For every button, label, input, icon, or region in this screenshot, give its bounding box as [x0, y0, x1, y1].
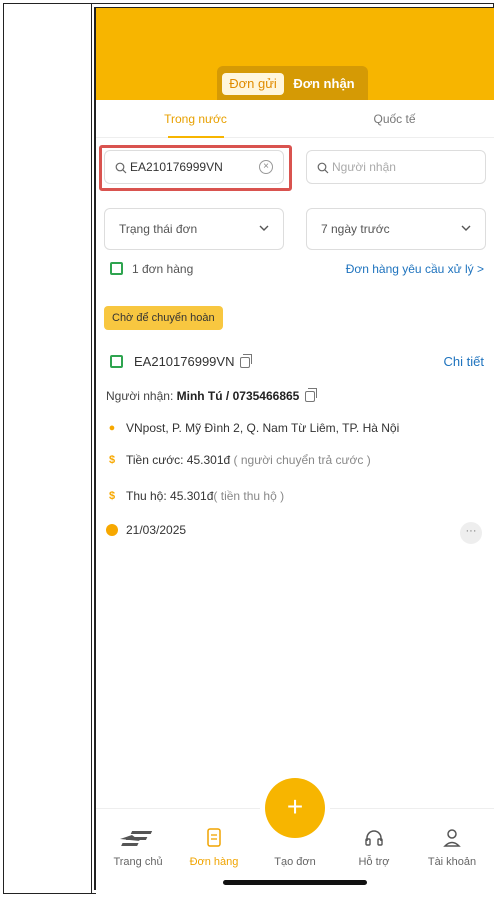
recipient-info: Người nhận: Minh Tú / 0735466865 — [106, 382, 318, 410]
address-text: VNpost, P. Mỹ Đình 2, Q. Nam Từ Liêm, TP… — [126, 421, 400, 435]
more-options-button[interactable]: ··· — [460, 522, 482, 544]
tracking-search-input[interactable]: EA210176999VN × — [104, 150, 284, 184]
period-filter-dropdown[interactable]: 7 ngày trước — [306, 208, 486, 250]
recipient-search-input[interactable]: Người nhận — [306, 150, 486, 184]
freight-text: Tiền cước: 45.301đ ( người chuyển trả cư… — [126, 453, 371, 467]
nav-home[interactable]: Trang chủ — [98, 827, 178, 868]
truck-logo-icon — [120, 831, 153, 846]
home-indicator — [223, 880, 367, 885]
search-icon — [317, 162, 329, 174]
create-order-label: Tạo đơn — [274, 856, 316, 868]
order-date: 21/03/2025 — [126, 523, 187, 537]
status-badge: Chờ để chuyển hoàn — [104, 306, 223, 330]
filter-row: Trạng thái đơn 7 ngày trước — [96, 208, 494, 254]
recipient-line: Người nhận: Minh Tú / 0735466865 — [96, 382, 494, 410]
date-line: 21/03/2025 — [96, 516, 494, 544]
received-orders-tab[interactable]: Đơn nhận — [285, 73, 363, 95]
dollar-icon: $ — [108, 454, 116, 466]
recipient-search-placeholder: Người nhận — [332, 160, 396, 174]
search-row: EA210176999VN × Người nhận — [96, 138, 494, 208]
chevron-down-icon — [259, 225, 269, 231]
tracking-number: EA210176999VN — [134, 348, 253, 376]
chevron-down-icon — [461, 225, 471, 231]
phone-screen: Đơn gửi Đơn nhận Trong nước Quốc tế EA21… — [96, 8, 494, 894]
search-icon — [115, 162, 127, 174]
nav-support[interactable]: Hỗ trợ — [334, 827, 414, 868]
status-filter-label: Trạng thái đơn — [119, 222, 198, 236]
period-filter-label: 7 ngày trước — [321, 222, 390, 236]
create-order-button[interactable]: + — [265, 778, 325, 838]
clear-icon[interactable]: × — [259, 160, 273, 174]
copy-icon[interactable] — [240, 354, 253, 369]
user-icon — [443, 829, 461, 847]
nav-orders[interactable]: Đơn hàng — [174, 827, 254, 868]
clock-icon — [106, 524, 118, 536]
order-checkbox[interactable] — [110, 355, 123, 368]
tracking-search-value: EA210176999VN — [130, 160, 223, 174]
freight-line: $ Tiền cước: 45.301đ ( người chuyển trả … — [96, 446, 494, 474]
select-all-checkbox[interactable] — [110, 262, 123, 275]
nav-account[interactable]: Tài khoản — [412, 827, 492, 868]
order-count: 1 đơn hàng — [132, 262, 194, 276]
copy-icon[interactable] — [305, 388, 318, 403]
main-content: Trong nước Quốc tế EA210176999VN × Người… — [96, 100, 494, 894]
location-pin-icon: ● — [108, 422, 116, 434]
cod-text: Thu hộ: 45.301đ( tiền thu hộ ) — [126, 489, 285, 503]
order-header-line: EA210176999VN Chi tiết — [96, 348, 494, 376]
app-header: Đơn gửi Đơn nhận — [96, 8, 494, 100]
pending-requests-link[interactable]: Đơn hàng yêu cầu xử lý > — [346, 254, 484, 284]
cod-line: $ Thu hộ: 45.301đ( tiền thu hộ ) — [96, 482, 494, 510]
tab-international[interactable]: Quốc tế — [295, 100, 494, 138]
headset-icon — [365, 830, 383, 846]
summary-row: 1 đơn hàng Đơn hàng yêu cầu xử lý > — [96, 254, 494, 284]
address-line: ● VNpost, P. Mỹ Đình 2, Q. Nam Từ Liêm, … — [96, 414, 494, 442]
document-icon — [207, 828, 221, 847]
tab-domestic[interactable]: Trong nước — [96, 100, 295, 138]
order-type-switch: Đơn gửi Đơn nhận — [217, 66, 368, 100]
frame-divider — [91, 3, 92, 894]
status-filter-dropdown[interactable]: Trạng thái đơn — [104, 208, 284, 250]
sent-orders-tab[interactable]: Đơn gửi — [222, 73, 284, 95]
dollar-icon: $ — [108, 490, 116, 502]
detail-link[interactable]: Chi tiết — [444, 348, 484, 376]
order-card[interactable]: Chờ để chuyển hoàn EA210176999VN Chi tiế… — [96, 300, 494, 580]
region-tabs: Trong nước Quốc tế — [96, 100, 494, 138]
